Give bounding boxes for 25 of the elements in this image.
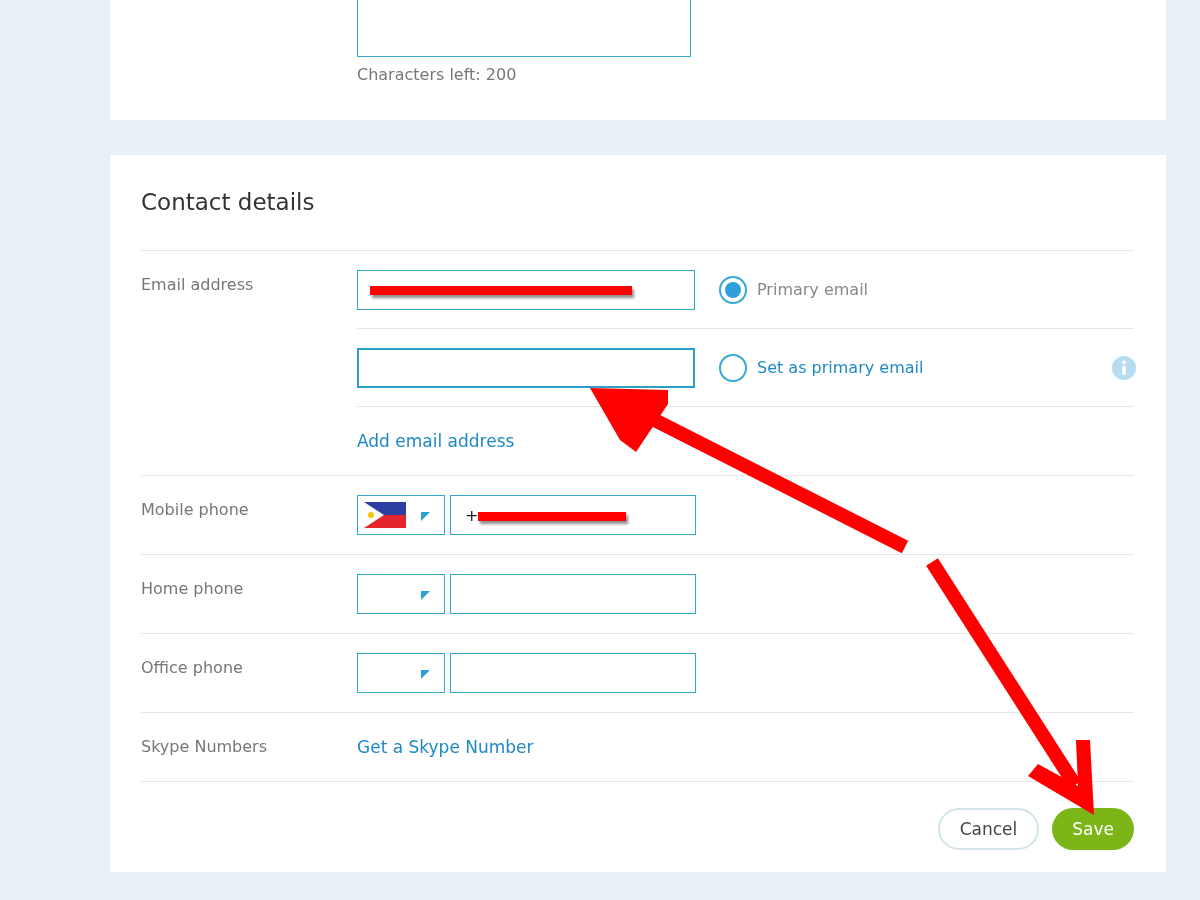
phone-field[interactable]: + bbox=[450, 495, 696, 535]
field-label: Office phone bbox=[141, 658, 243, 677]
field-label: Mobile phone bbox=[141, 500, 249, 519]
field-label: Home phone bbox=[141, 579, 244, 598]
phone-field[interactable] bbox=[450, 653, 696, 693]
cancel-button[interactable]: Cancel bbox=[937, 808, 1040, 850]
section-title: Contact details bbox=[141, 188, 316, 217]
field-label: Email address bbox=[141, 275, 254, 294]
primary-email-radio[interactable]: Set as primary email bbox=[719, 353, 924, 382]
save-button[interactable]: Save bbox=[1052, 808, 1134, 850]
field-label: Skype Numbers bbox=[141, 737, 267, 756]
add-email-link[interactable]: Add email address bbox=[357, 431, 515, 451]
caret-icon bbox=[421, 512, 430, 521]
character-counter: Characters left: 200 bbox=[357, 65, 517, 84]
info-icon[interactable] bbox=[1112, 355, 1136, 380]
email-field[interactable] bbox=[357, 347, 695, 388]
phone-field[interactable] bbox=[450, 574, 696, 614]
primary-email-radio[interactable]: Primary email bbox=[719, 275, 869, 304]
email-field[interactable] bbox=[357, 269, 695, 310]
flag-icon bbox=[364, 502, 406, 528]
caret-icon bbox=[421, 591, 430, 600]
caret-icon bbox=[421, 670, 430, 679]
skype-number-link[interactable]: Get a Skype Number bbox=[357, 737, 534, 757]
text-area[interactable] bbox=[357, 0, 691, 57]
country-dropdown[interactable] bbox=[357, 495, 445, 535]
